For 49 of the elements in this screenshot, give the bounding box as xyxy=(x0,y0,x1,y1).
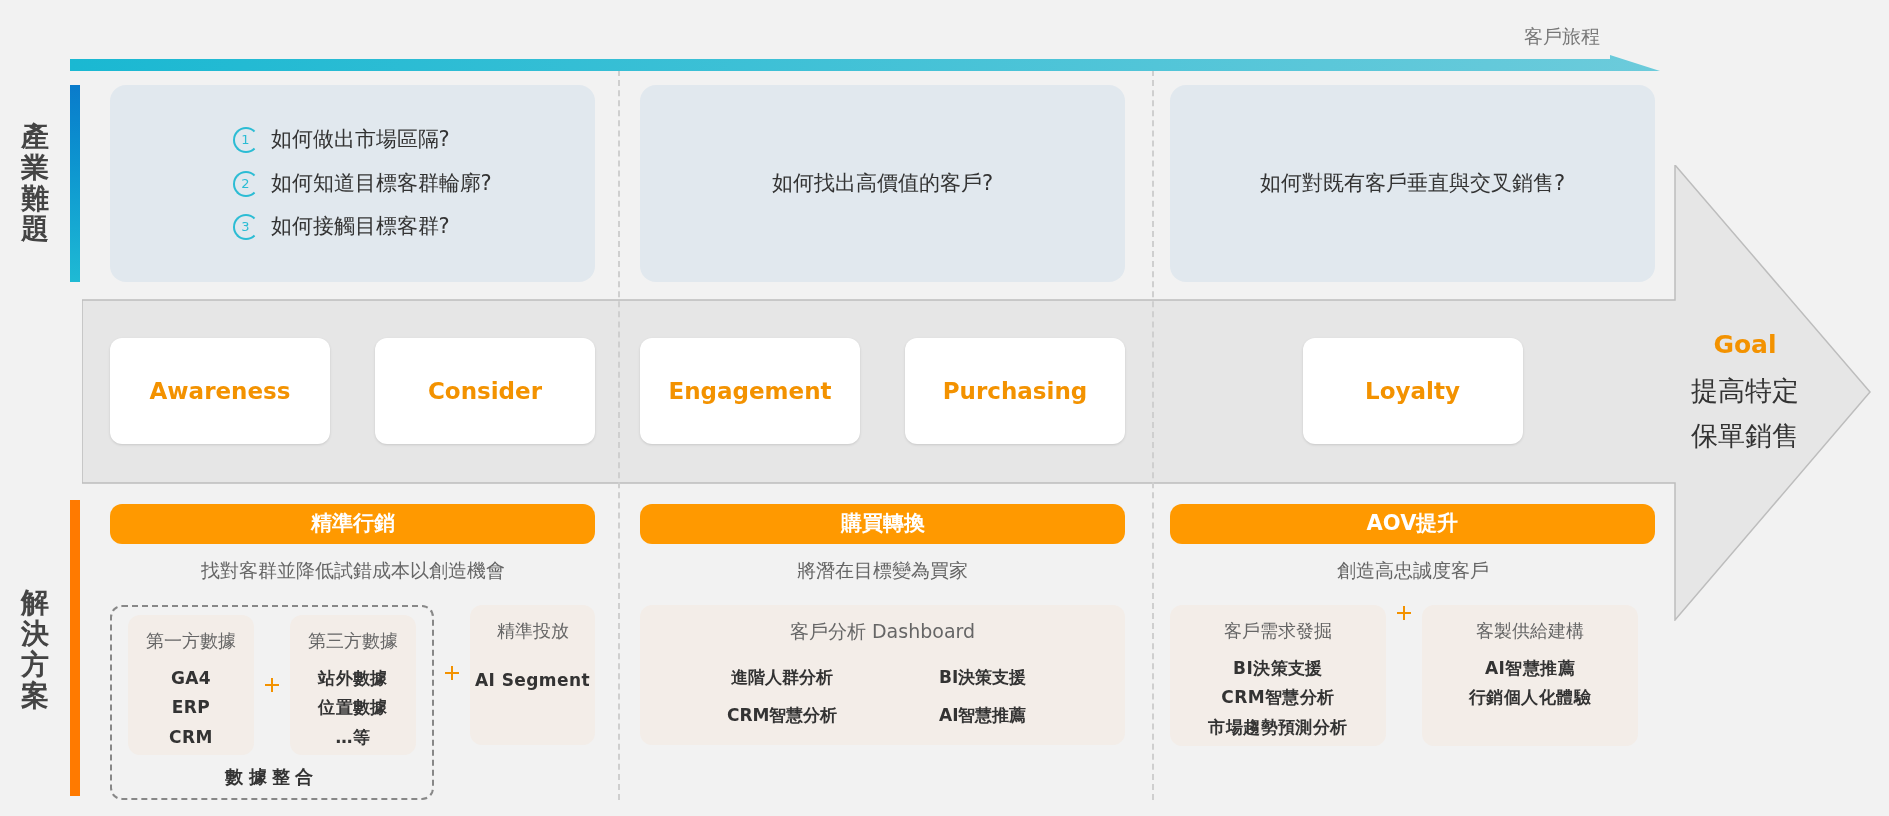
card-title: 第一方數據 xyxy=(146,628,236,653)
card-title: 第三方數據 xyxy=(308,628,398,653)
section-label: 產業難題 xyxy=(21,121,49,246)
challenge-question: 如何接觸目標客群? xyxy=(270,213,450,241)
stage-card: Purchasing xyxy=(905,338,1125,444)
feature-item: CRM智慧分析 xyxy=(727,703,838,727)
goal-text: 保單銷售 xyxy=(1691,418,1799,453)
feature-item: AI Segment xyxy=(474,668,591,692)
feature-item: 站外數據 xyxy=(318,666,388,690)
solution-subtitle: 將潛在目標變為買家 xyxy=(797,558,968,583)
solution-header: AOV提升 xyxy=(1170,504,1655,544)
feature-item: CRM智慧分析 xyxy=(1221,686,1335,709)
plus-icon xyxy=(1396,604,1412,621)
journey-arrow-icon xyxy=(70,54,1660,71)
goal-text: 提高特定 xyxy=(1691,374,1799,409)
feature-item: CRM xyxy=(169,725,213,749)
goal-label: Goal xyxy=(1713,328,1777,361)
feature-item: 進階人群分析 xyxy=(730,666,835,689)
stage-card: Consider xyxy=(375,338,595,444)
challenge-question: 如何做出市場區隔? xyxy=(270,126,450,154)
feature-item: 市場趨勢預測分析 xyxy=(1208,715,1348,739)
solution-subtitle: 找對客群並降低試錯成本以創造機會 xyxy=(200,558,505,583)
stage-card: Engagement xyxy=(640,338,860,444)
challenge-question: 如何對既有客戶垂直與交叉銷售? xyxy=(1259,169,1566,197)
feature-item: AI智慧推薦 xyxy=(1484,656,1575,680)
feature-item: AI智慧推薦 xyxy=(938,703,1028,727)
stage-card: Loyalty xyxy=(1302,338,1523,444)
journey-label: 客戶旅程 xyxy=(1524,24,1600,49)
plus-icon xyxy=(264,676,280,693)
feature-item: 位置數據 xyxy=(318,696,388,719)
stage-card: Awareness xyxy=(110,338,330,444)
card-title: 客製供給建構 xyxy=(1476,618,1584,643)
feature-item: GA4 xyxy=(170,666,212,690)
solution-header: 精準行銷 xyxy=(110,504,595,544)
group-label: 數據整合 xyxy=(225,764,319,789)
feature-item: BI決策支援 xyxy=(938,666,1028,689)
solution-subtitle: 創造高忠誠度客戶 xyxy=(1336,558,1489,583)
plus-icon xyxy=(444,664,460,681)
feature-item: …等 xyxy=(335,725,371,749)
card-title: 精準投放 xyxy=(496,618,569,643)
card-title: 客戶需求發掘 xyxy=(1224,618,1332,643)
section-label: 解決方案 xyxy=(21,588,49,712)
feature-item: 行銷個人化體驗 xyxy=(1469,686,1591,709)
solution-header: 購買轉換 xyxy=(640,504,1125,544)
challenge-question: 如何知道目標客群輪廓? xyxy=(270,169,492,197)
challenge-question: 如何找出高價值的客戶? xyxy=(771,169,994,197)
feature-item: ERP xyxy=(171,696,211,719)
card-title: 客戶分析 Dashboard xyxy=(789,618,976,644)
feature-item: BI決策支援 xyxy=(1233,656,1323,680)
